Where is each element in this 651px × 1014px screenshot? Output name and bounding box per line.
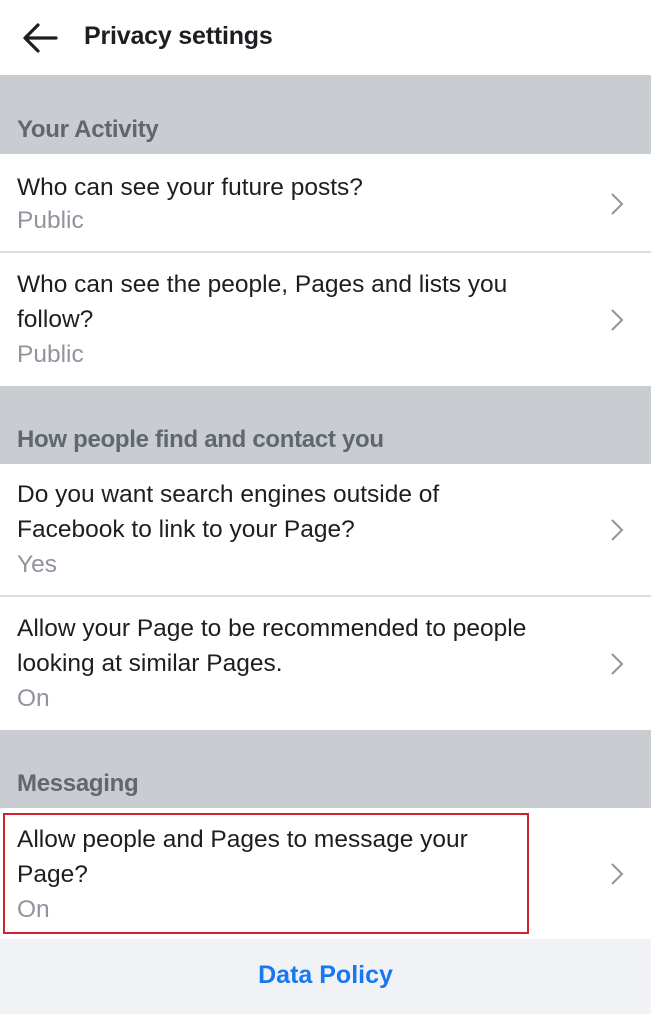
setting-value: Public: [17, 341, 84, 368]
chevron-right-icon: [611, 519, 624, 541]
chevron-right-icon: [611, 653, 624, 675]
chevron-right-icon: [611, 193, 624, 215]
setting-value: On: [17, 896, 50, 923]
setting-row-follow-lists[interactable]: Who can see the people, Pages and lists …: [0, 253, 651, 386]
setting-row-future-posts[interactable]: Who can see your future posts? Public: [0, 154, 651, 251]
setting-row-messaging[interactable]: Allow people and Pages to message your P…: [0, 808, 651, 939]
setting-value: Public: [17, 207, 84, 234]
setting-question: Allow people and Pages to message your P…: [17, 826, 468, 888]
page-title: Privacy settings: [84, 22, 273, 50]
chevron-right-icon: [611, 863, 624, 885]
section-header-messaging: Messaging: [0, 730, 651, 808]
section-header-find-contact: How people find and contact you: [0, 386, 651, 464]
setting-question: Allow your Page to be recommended to peo…: [17, 615, 527, 677]
data-policy-link[interactable]: Data Policy: [0, 961, 651, 990]
setting-question: Who can see the people, Pages and lists …: [17, 271, 508, 333]
setting-question: Who can see your future posts?: [17, 174, 363, 201]
setting-question: Do you want search engines outside of Fa…: [17, 481, 440, 543]
section-title: Messaging: [17, 770, 139, 797]
section-header-your-activity: Your Activity: [0, 75, 651, 154]
app-header: Privacy settings: [0, 0, 651, 75]
back-arrow-icon[interactable]: [22, 22, 58, 54]
setting-row-search-engines[interactable]: Do you want search engines outside of Fa…: [0, 464, 651, 595]
setting-value: On: [17, 685, 50, 712]
section-title: How people find and contact you: [17, 426, 384, 453]
setting-value: Yes: [17, 551, 57, 578]
section-title: Your Activity: [17, 116, 159, 143]
footer: Data Policy: [0, 939, 651, 1014]
setting-row-recommended[interactable]: Allow your Page to be recommended to peo…: [0, 597, 651, 730]
chevron-right-icon: [611, 309, 624, 331]
